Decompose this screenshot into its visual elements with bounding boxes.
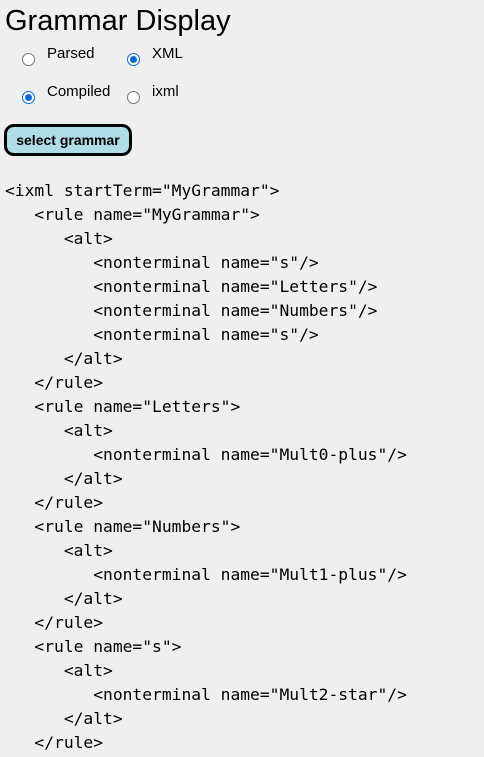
code-line: </alt> <box>5 349 123 368</box>
code-line: <alt> <box>5 661 113 680</box>
code-line: <nonterminal name="Mult0-plus"/> <box>5 445 407 464</box>
radio-parsed[interactable] <box>22 53 35 66</box>
code-line: </alt> <box>5 469 123 488</box>
code-line: <nonterminal name="Numbers"/> <box>5 301 378 320</box>
code-line: <nonterminal name="s"/> <box>5 325 319 344</box>
code-line: <ixml startTerm="MyGrammar"> <box>5 181 280 200</box>
radio-label-xml: XML <box>152 44 183 62</box>
code-line: </rule> <box>5 613 104 632</box>
code-line: </rule> <box>5 733 104 752</box>
code-line: <alt> <box>5 421 113 440</box>
select-grammar-button[interactable]: select grammar <box>4 124 132 156</box>
radio-label-ixml: ixml <box>152 82 179 100</box>
radio-option-parsed[interactable]: Parsed <box>22 44 127 66</box>
page-title: Grammar Display <box>5 5 231 37</box>
code-line: <rule name="s"> <box>5 637 182 656</box>
code-line: <nonterminal name="Letters"/> <box>5 277 378 296</box>
code-line: </alt> <box>5 709 123 728</box>
radio-option-compiled[interactable]: Compiled <box>22 82 127 104</box>
radio-xml[interactable] <box>127 53 140 66</box>
code-line: </rule> <box>5 373 104 392</box>
code-line: </rule> <box>5 493 104 512</box>
radio-row-top: Parsed XML <box>22 44 183 66</box>
grammar-output: <ixml startTerm="MyGrammar"> <rule name=… <box>5 179 407 755</box>
radio-label-compiled: Compiled <box>47 82 111 100</box>
code-line: <rule name="Letters"> <box>5 397 241 416</box>
radio-option-ixml[interactable]: ixml <box>127 82 179 104</box>
radio-compiled[interactable] <box>22 91 35 104</box>
radio-row-bottom: Compiled ixml <box>22 82 179 104</box>
code-line: <alt> <box>5 229 113 248</box>
code-line: <rule name="MyGrammar"> <box>5 205 260 224</box>
code-line: <rule name="Numbers"> <box>5 517 241 536</box>
code-line: <alt> <box>5 541 113 560</box>
radio-ixml[interactable] <box>127 91 140 104</box>
radio-option-xml[interactable]: XML <box>127 44 183 66</box>
code-line: <nonterminal name="Mult1-plus"/> <box>5 565 407 584</box>
code-line: </alt> <box>5 589 123 608</box>
code-line: <nonterminal name="s"/> <box>5 253 319 272</box>
code-line: <nonterminal name="Mult2-star"/> <box>5 685 407 704</box>
radio-label-parsed: Parsed <box>47 44 95 62</box>
